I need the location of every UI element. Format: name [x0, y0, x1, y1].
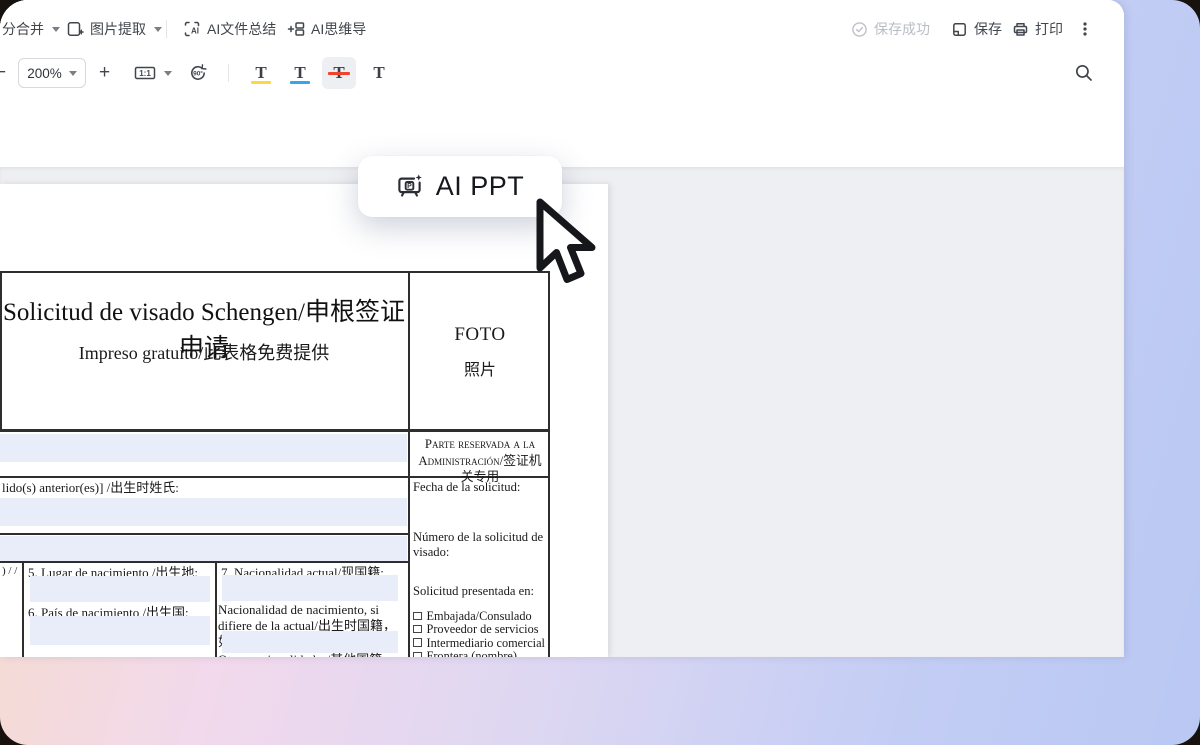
- yellow-bar: [251, 81, 271, 85]
- underline-text-button[interactable]: T: [283, 57, 317, 89]
- rotate-90-button[interactable]: 90°: [188, 54, 208, 92]
- image-extract-icon: [66, 20, 84, 38]
- chevron-down-icon: [69, 71, 77, 76]
- ai-mindmap-label: AI思维导: [311, 19, 366, 39]
- check-circle-icon: [851, 21, 868, 38]
- ai-mindmap-icon: [287, 20, 305, 38]
- fit-ratio-dropdown[interactable]: 1:1: [134, 54, 172, 92]
- form-field[interactable]: [222, 631, 398, 653]
- kebab-menu-icon: [1077, 20, 1093, 38]
- mouse-cursor: [534, 198, 600, 290]
- fecha-label: Fecha de la solicitud:: [413, 480, 547, 495]
- highlight-text-button[interactable]: T: [244, 57, 278, 89]
- svg-text:1:1: 1:1: [139, 69, 151, 78]
- form-field[interactable]: [0, 536, 407, 561]
- pdf-page: Solicitud de visado Schengen/申根签证申请 Impr…: [0, 184, 608, 657]
- svg-text:P: P: [407, 183, 412, 190]
- svg-text:90°: 90°: [193, 70, 203, 78]
- form-field[interactable]: [30, 616, 210, 645]
- editor-toolbar: 分合并 图片提取 AI AI文件总结: [0, 0, 1124, 97]
- image-extract-button[interactable]: 图片提取: [66, 10, 162, 48]
- print-icon: [1012, 21, 1029, 38]
- date-fragment: ) / /: [2, 565, 17, 578]
- table-vline: [215, 561, 217, 657]
- more-menu-button[interactable]: [1077, 10, 1093, 48]
- form-subtitle: Impreso gratuito/此表格免费提供: [0, 339, 408, 365]
- toolbar-divider: [228, 64, 229, 82]
- option-checkbox[interactable]: Frontera (nombre): [413, 650, 547, 657]
- save-button[interactable]: 保存: [951, 10, 1002, 48]
- admin-header: Parte reservada a la Administración/签证机关…: [413, 436, 547, 486]
- field-other-label: Otras nacionalidades/其他国籍:: [218, 652, 408, 657]
- ai-summary-button[interactable]: AI AI文件总结: [183, 10, 276, 48]
- print-button[interactable]: 打印: [1012, 10, 1063, 48]
- chevron-down-icon: [164, 71, 172, 76]
- form-field[interactable]: [0, 434, 407, 462]
- print-label: 打印: [1035, 19, 1063, 39]
- search-icon: [1074, 63, 1094, 83]
- table-hline: [0, 561, 409, 563]
- screenshot-frame: AI+ S 分合并: [0, 0, 1200, 745]
- ai-mindmap-button[interactable]: AI思维导: [287, 10, 366, 48]
- zoom-level-dropdown[interactable]: 200%: [18, 58, 86, 88]
- presentada-label: Solicitud presentada en:: [413, 584, 547, 599]
- ai-ppt-tooltip-button[interactable]: P AI PPT: [358, 156, 562, 217]
- photo-label-cn: 照片: [410, 356, 550, 380]
- ai-ppt-label: AI PPT: [436, 171, 525, 202]
- zoom-out-button[interactable]: −: [0, 54, 6, 92]
- text-tool-button[interactable]: T: [362, 57, 396, 89]
- option-checkbox[interactable]: Intermediario comercial: [413, 637, 547, 650]
- text-glyph: T: [373, 63, 384, 83]
- blue-bar: [290, 81, 310, 85]
- admin-options: Embajada/Consulado Proveedor de servicio…: [413, 610, 547, 657]
- prev-surname-label: lido(s) anterior(es)] /出生时姓氏:: [2, 480, 179, 496]
- numero-label: Número de la solicitud de visado:: [413, 530, 547, 561]
- form-field[interactable]: [30, 576, 210, 602]
- browser-window: AI+ S 分合并: [0, 0, 1124, 657]
- svg-text:AI: AI: [191, 27, 199, 36]
- chevron-down-icon: [52, 27, 60, 32]
- table-vline: [22, 561, 24, 657]
- split-merge-button[interactable]: 分合并: [2, 10, 60, 48]
- search-button[interactable]: [1074, 54, 1094, 92]
- toolbar-divider: [166, 20, 167, 38]
- ai-summary-icon: AI: [183, 20, 201, 38]
- one-to-one-icon: 1:1: [134, 64, 156, 82]
- ai-ppt-icon: P: [396, 173, 423, 200]
- zoom-level-value: 200%: [27, 66, 62, 81]
- ai-summary-label: AI文件总结: [207, 19, 276, 39]
- save-icon: [951, 21, 968, 38]
- form-field[interactable]: [0, 498, 407, 526]
- table-hline: [0, 533, 409, 535]
- split-merge-label: 分合并: [2, 19, 44, 39]
- zoom-in-button[interactable]: +: [99, 54, 110, 92]
- save-status: 保存成功: [851, 10, 930, 48]
- chevron-down-icon: [154, 27, 162, 32]
- table-hline: [0, 430, 550, 432]
- save-label: 保存: [974, 19, 1002, 39]
- rotate-90-icon: 90°: [188, 63, 208, 83]
- option-checkbox[interactable]: Embajada/Consulado: [413, 610, 547, 623]
- red-strike-bar: [328, 72, 350, 75]
- strikethrough-text-button[interactable]: T: [322, 57, 356, 89]
- form-field[interactable]: [222, 575, 398, 601]
- image-extract-label: 图片提取: [90, 19, 146, 39]
- photo-label: FOTO: [410, 324, 550, 346]
- save-status-label: 保存成功: [874, 19, 930, 39]
- option-checkbox[interactable]: Proveedor de servicios: [413, 623, 547, 636]
